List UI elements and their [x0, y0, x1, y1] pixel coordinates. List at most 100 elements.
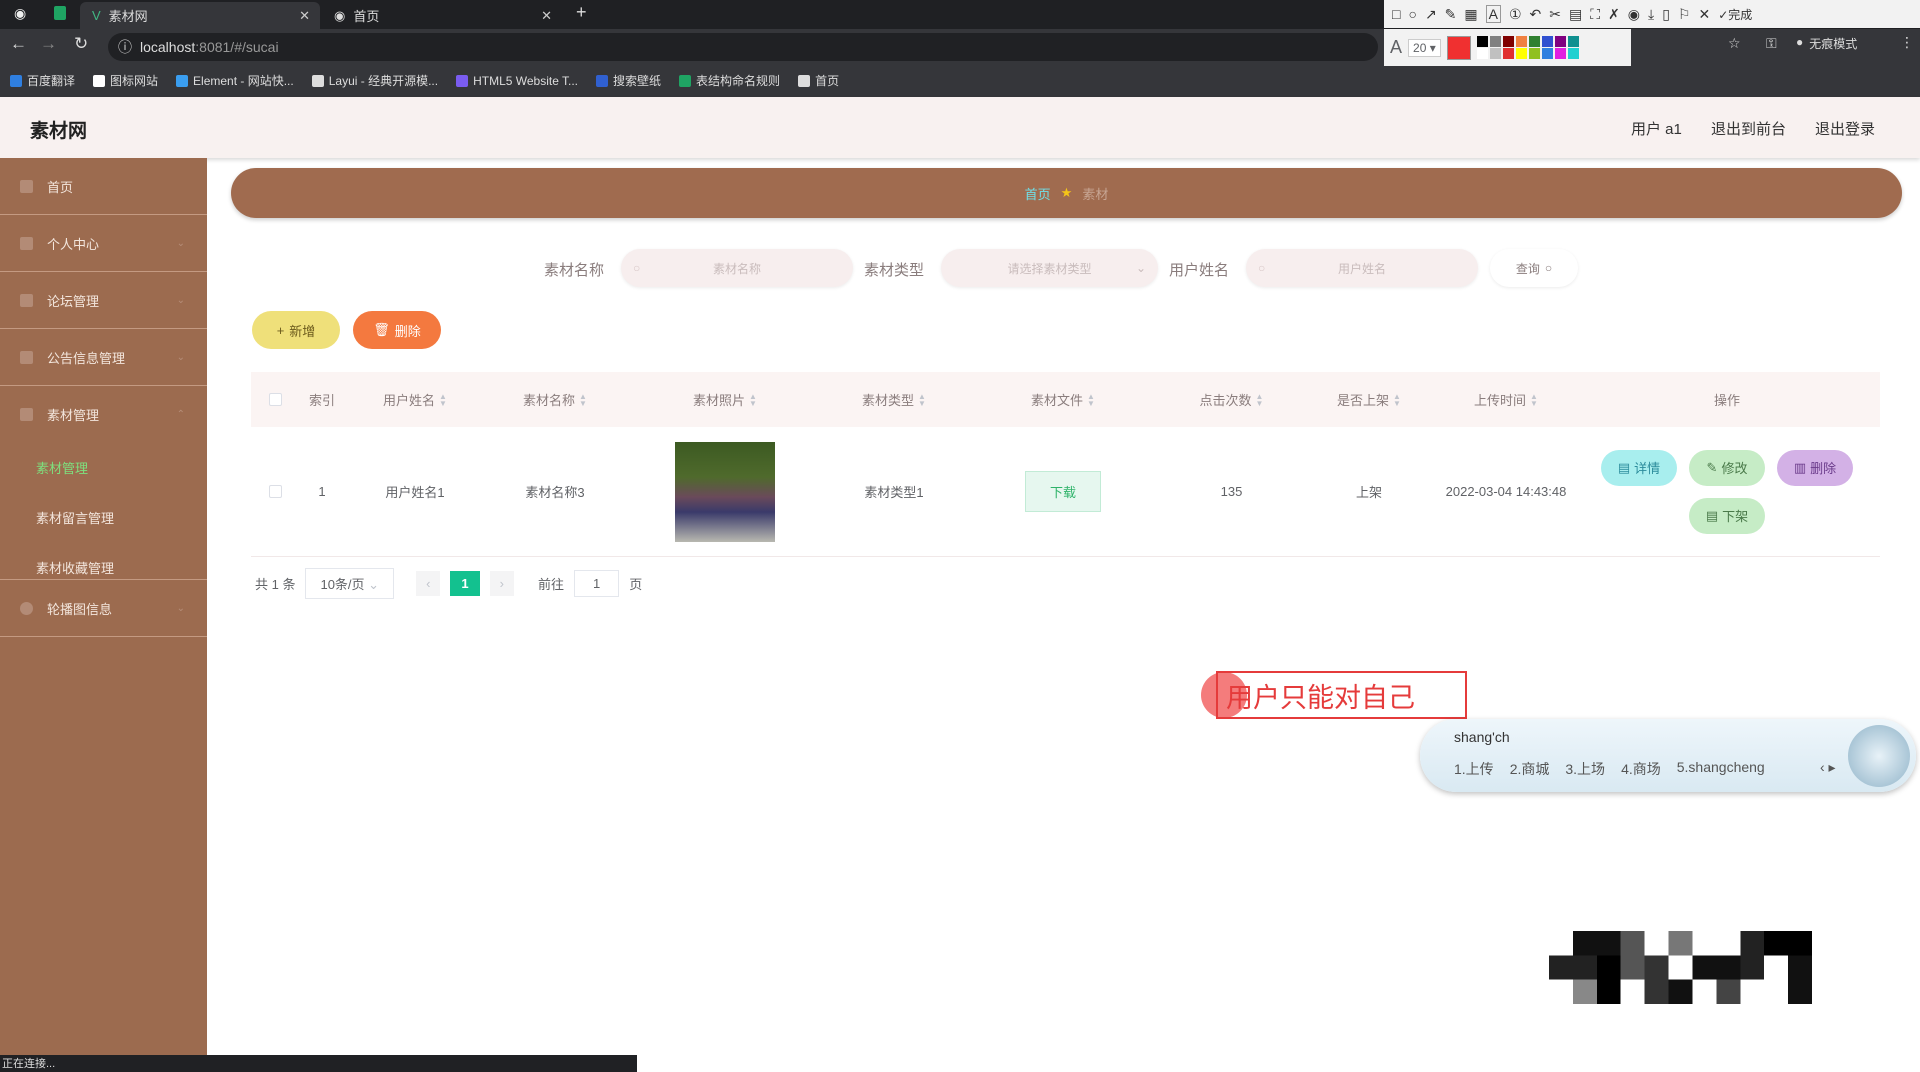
color-swatch[interactable]	[1489, 36, 1501, 47]
user-search-input[interactable]: ○ 用户姓名	[1246, 249, 1478, 287]
sort-icon[interactable]: ▲ ▼	[1256, 392, 1264, 407]
current-color-swatch[interactable]	[1446, 35, 1471, 60]
globe-icon[interactable]: ◉	[14, 5, 26, 22]
color-swatch[interactable]	[1476, 48, 1488, 59]
edit-button[interactable]: ✎ 修改	[1689, 449, 1765, 486]
col-time[interactable]: 上传时间 ▲ ▼	[1438, 372, 1574, 427]
tab-sucai[interactable]: V 素材网 ✕	[80, 2, 320, 29]
sort-icon[interactable]: ▲ ▼	[1530, 392, 1538, 407]
delete-button[interactable]: 🗑 删除	[353, 311, 441, 349]
bookmark-item[interactable]: 图标网站	[93, 72, 158, 89]
undo-icon[interactable]: ↶	[1530, 6, 1542, 23]
mosaic-tool-icon[interactable]: ▦	[1464, 6, 1477, 23]
bookmark-icon[interactable]: ⚐	[1678, 6, 1691, 23]
color-swatch[interactable]	[1554, 36, 1566, 47]
sort-icon[interactable]: ▲ ▼	[1087, 392, 1095, 407]
row-checkbox[interactable]	[268, 485, 282, 498]
col-user[interactable]: 用户姓名 ▲ ▼	[345, 372, 485, 427]
sidebar-item-notice[interactable]: 公告信息管理 ⌄	[0, 329, 207, 386]
sidebar-item-home[interactable]: 首页	[0, 158, 207, 215]
cancel-icon[interactable]: ✕	[1699, 6, 1711, 23]
ime-candidate[interactable]: 1.上传	[1454, 759, 1494, 779]
ellipse-tool-icon[interactable]: ○	[1408, 6, 1416, 22]
bookmark-item[interactable]: HTML5 Website T...	[456, 74, 578, 88]
sort-icon[interactable]: ▲ ▼	[918, 392, 926, 407]
ime-candidate[interactable]: 3.上场	[1565, 759, 1605, 779]
sort-icon[interactable]: ▲ ▼	[749, 392, 757, 407]
menu-icon[interactable]: ⋮	[1900, 34, 1914, 51]
goto-page-input[interactable]: 1	[574, 569, 620, 597]
sidebar-item-material[interactable]: 素材管理 ⌃	[0, 386, 207, 443]
ime-candidate[interactable]: 5.shangcheng	[1677, 759, 1765, 779]
font-size-select[interactable]: 20 ▾	[1408, 38, 1441, 57]
arrow-tool-icon[interactable]: ↗	[1425, 6, 1437, 23]
rect-tool-icon[interactable]: □	[1392, 6, 1400, 22]
number-tool-icon[interactable]: ①	[1509, 6, 1522, 23]
color-swatch[interactable]	[1502, 48, 1514, 59]
next-page-button[interactable]: ›	[489, 570, 514, 596]
color-swatch[interactable]	[1528, 36, 1540, 47]
color-swatch[interactable]	[1554, 48, 1566, 59]
select-all-checkbox[interactable]	[268, 393, 282, 406]
page-size-select[interactable]: 10条/页 ⌄	[305, 567, 395, 599]
detail-button[interactable]: ▤ 详情	[1601, 449, 1677, 486]
row-delete-button[interactable]: ▥ 删除	[1777, 449, 1853, 486]
col-onshelf[interactable]: 是否上架 ▲ ▼	[1300, 372, 1438, 427]
back-to-front-link[interactable]: 退出到前台	[1711, 118, 1786, 139]
breadcrumb-home[interactable]: 首页	[1025, 184, 1051, 203]
phone-icon[interactable]: ▯	[1662, 6, 1670, 23]
color-swatch[interactable]	[1567, 36, 1579, 47]
bookmark-item[interactable]: Layui - 经典开源模...	[311, 72, 438, 89]
url-input[interactable]: ⓘ localhost:8081/#/sucai	[108, 33, 1378, 61]
col-file[interactable]: 素材文件 ▲ ▼	[963, 372, 1163, 427]
bookmark-item[interactable]: 表结构命名规则	[679, 72, 780, 89]
close-tab-icon[interactable]: ✕	[299, 8, 310, 24]
back-icon[interactable]: ←	[10, 34, 27, 54]
sidebar-item-forum[interactable]: 论坛管理 ⌄	[0, 272, 207, 329]
logout-link[interactable]: 退出登录	[1815, 118, 1875, 139]
key-icon[interactable]: ⚿	[1766, 35, 1777, 52]
pen-tool-icon[interactable]: ✎	[1445, 6, 1457, 23]
color-swatch[interactable]	[1541, 48, 1553, 59]
color-swatch[interactable]	[1502, 36, 1514, 47]
record-icon[interactable]: ◉	[1628, 6, 1640, 23]
done-button[interactable]: ✓完成	[1718, 6, 1752, 23]
ime-candidate[interactable]: 2.商城	[1510, 759, 1550, 779]
ime-page-arrows-icon[interactable]: ‹ ▸	[1820, 759, 1836, 776]
new-tab-button[interactable]: +	[576, 2, 587, 23]
color-swatch[interactable]	[1515, 48, 1527, 59]
forward-icon[interactable]: →	[40, 34, 57, 54]
sidebar-sub-comments[interactable]: 素材留言管理	[36, 508, 114, 527]
ocr-icon[interactable]: ▤	[1569, 6, 1582, 23]
bookmark-item[interactable]: 百度翻译	[10, 72, 75, 89]
sheets-icon[interactable]	[54, 6, 66, 20]
color-swatch[interactable]	[1515, 36, 1527, 47]
add-button[interactable]: + 新增	[252, 311, 340, 349]
color-swatch[interactable]	[1528, 48, 1540, 59]
user-name[interactable]: 用户 a1	[1631, 118, 1682, 139]
prev-page-button[interactable]: ‹	[416, 570, 441, 596]
sidebar-item-carousel[interactable]: 轮播图信息 ⌄	[0, 580, 207, 637]
col-clicks[interactable]: 点击次数 ▲ ▼	[1163, 372, 1300, 427]
name-search-input[interactable]: ○ 素材名称	[621, 249, 853, 287]
sidebar-sub-material[interactable]: 素材管理	[36, 458, 88, 477]
query-button[interactable]: 查询 ○	[1490, 249, 1578, 287]
text-tool-icon[interactable]: A	[1485, 5, 1501, 23]
reload-icon[interactable]: ↻	[74, 34, 88, 54]
type-select[interactable]: 请选择素材类型 ⌄	[941, 249, 1158, 287]
scan-icon[interactable]: ⛶	[1590, 6, 1600, 23]
sidebar-sub-favorites[interactable]: 素材收藏管理	[36, 558, 114, 577]
color-swatch[interactable]	[1489, 48, 1501, 59]
color-swatch[interactable]	[1541, 36, 1553, 47]
bookmark-item[interactable]: 搜索壁纸	[596, 72, 661, 89]
tab-home[interactable]: ◉ 首页 ✕	[322, 2, 562, 29]
color-swatch[interactable]	[1476, 36, 1488, 47]
ime-candidate[interactable]: 4.商场	[1621, 759, 1661, 779]
sort-icon[interactable]: ▲ ▼	[579, 392, 587, 407]
annotation-text-box[interactable]: 用户只能对自己	[1216, 671, 1467, 719]
color-swatch[interactable]	[1567, 48, 1579, 59]
star-icon[interactable]: ☆	[1728, 35, 1741, 52]
col-type[interactable]: 素材类型 ▲ ▼	[825, 372, 963, 427]
download-icon[interactable]: ⤓	[1648, 6, 1654, 23]
col-photo[interactable]: 素材照片 ▲ ▼	[625, 372, 825, 427]
